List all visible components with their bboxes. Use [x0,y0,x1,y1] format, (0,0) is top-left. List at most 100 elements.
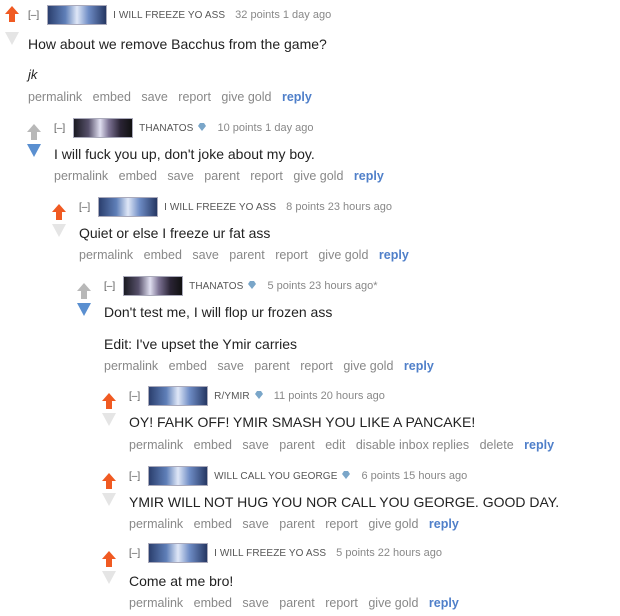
report-button[interactable]: report [325,596,358,610]
upvote-arrow-icon[interactable] [26,123,42,141]
comment-author[interactable]: THANATOS [189,281,243,292]
reply-button[interactable]: reply [354,169,384,183]
save-button[interactable]: save [217,359,243,373]
permalink-button[interactable]: permalink [104,359,158,373]
comment-author[interactable]: I WILL FREEZE YO ASS [164,202,276,213]
report-button[interactable]: report [275,248,308,262]
comment-body-line-2: Edit: I've upset the Ymir carries [104,336,298,352]
comment-score: 32 points 1 day ago [235,9,332,21]
diamond-icon [247,280,257,293]
embed-button[interactable]: embed [194,517,232,531]
permalink-button[interactable]: permalink [54,169,108,183]
permalink-button[interactable]: permalink [28,90,82,104]
user-flair-image [47,5,108,25]
permalink-button[interactable]: permalink [129,517,183,531]
collapse-toggle[interactable]: [–] [129,548,140,559]
comment-score: 5 points 23 hours ago* [267,280,378,292]
downvote-arrow-icon[interactable] [101,491,117,509]
reply-button[interactable]: reply [429,596,459,610]
downvote-arrow-icon[interactable] [4,30,20,48]
report-button[interactable]: report [250,169,283,183]
diamond-icon [197,122,207,135]
give-gold-button[interactable]: give gold [343,359,393,373]
comment-score: 8 points 23 hours ago [286,201,392,213]
embed-button[interactable]: embed [169,359,207,373]
comment-body-line-1: How about we remove Bacchus from the gam… [28,36,327,52]
save-button[interactable]: save [192,248,218,262]
comment-author[interactable]: WILL CALL YOU GEORGE [214,471,337,482]
collapse-toggle[interactable]: [–] [129,391,140,402]
upvote-arrow-icon[interactable] [101,472,117,490]
comment-body-line-1: OY! FAHK OFF! YMIR SMASH YOU LIKE A PANC… [129,414,476,430]
reply-button[interactable]: reply [429,517,459,531]
comment-body-line-1: I will fuck you up, don't joke about my … [54,146,315,162]
give-gold-button[interactable]: give gold [368,517,418,531]
parent-button[interactable]: parent [279,517,314,531]
report-button[interactable]: report [300,359,333,373]
report-button[interactable]: report [325,517,358,531]
upvote-arrow-icon[interactable] [76,282,92,300]
parent-button[interactable]: parent [229,248,264,262]
parent-button[interactable]: parent [204,169,239,183]
diamond-icon [254,390,264,403]
delete-button[interactable]: delete [480,438,514,452]
save-button[interactable]: save [242,438,268,452]
save-button[interactable]: save [141,90,167,104]
downvote-arrow-icon[interactable] [76,301,92,319]
give-gold-button[interactable]: give gold [221,90,271,104]
give-gold-button[interactable]: give gold [293,169,343,183]
comment-score: 6 points 15 hours ago [361,470,468,482]
comment-author[interactable]: THANATOS [139,123,193,134]
comment-author[interactable]: R/YMIR [214,391,250,402]
comment-score: 10 points 1 day ago [217,122,314,134]
comment-author[interactable]: I WILL FREEZE YO ASS [214,548,326,559]
disable-inbox-replies-button[interactable]: disable inbox replies [356,438,469,452]
collapse-toggle[interactable]: [–] [54,123,65,134]
reply-button[interactable]: reply [404,359,434,373]
comment-author[interactable]: I WILL FREEZE YO ASS [113,10,225,21]
embed-button[interactable]: embed [194,438,232,452]
parent-button[interactable]: parent [279,438,314,452]
user-flair-image [123,276,184,296]
collapse-toggle[interactable]: [–] [28,10,39,21]
downvote-arrow-icon[interactable] [51,222,67,240]
user-flair-image [148,543,209,563]
permalink-button[interactable]: permalink [129,438,183,452]
upvote-arrow-icon[interactable] [51,203,67,221]
edit-button[interactable]: edit [325,438,345,452]
give-gold-button[interactable]: give gold [368,596,418,610]
reply-button[interactable]: reply [282,90,312,104]
save-button[interactable]: save [242,596,268,610]
parent-button[interactable]: parent [279,596,314,610]
save-button[interactable]: save [242,517,268,531]
embed-button[interactable]: embed [194,596,232,610]
permalink-button[interactable]: permalink [79,248,133,262]
reply-button[interactable]: reply [524,438,554,452]
collapse-toggle[interactable]: [–] [129,471,140,482]
embed-button[interactable]: embed [144,248,182,262]
upvote-arrow-icon[interactable] [101,392,117,410]
comment-score: 5 points 22 hours ago [336,547,442,559]
comment-score: 11 points 20 hours ago [273,390,385,402]
user-flair-image [148,466,209,486]
comment-body-line-1: YMIR WILL NOT HUG YOU NOR CALL YOU GEORG… [129,494,560,510]
downvote-arrow-icon[interactable] [101,569,117,587]
embed-button[interactable]: embed [93,90,131,104]
comment-body-line-1: Come at me bro! [129,573,234,589]
report-button[interactable]: report [178,90,211,104]
save-button[interactable]: save [167,169,193,183]
collapse-toggle[interactable]: [–] [79,202,90,213]
embed-button[interactable]: embed [119,169,157,183]
parent-button[interactable]: parent [254,359,289,373]
user-flair-image [73,118,134,138]
upvote-arrow-icon[interactable] [101,550,117,568]
downvote-arrow-icon[interactable] [101,411,117,429]
comment-body-line-2: jk [28,67,38,82]
downvote-arrow-icon[interactable] [26,142,42,160]
user-flair-image [98,197,159,217]
give-gold-button[interactable]: give gold [318,248,368,262]
permalink-button[interactable]: permalink [129,596,183,610]
reply-button[interactable]: reply [379,248,409,262]
collapse-toggle[interactable]: [–] [104,281,115,292]
upvote-arrow-icon[interactable] [4,5,20,23]
